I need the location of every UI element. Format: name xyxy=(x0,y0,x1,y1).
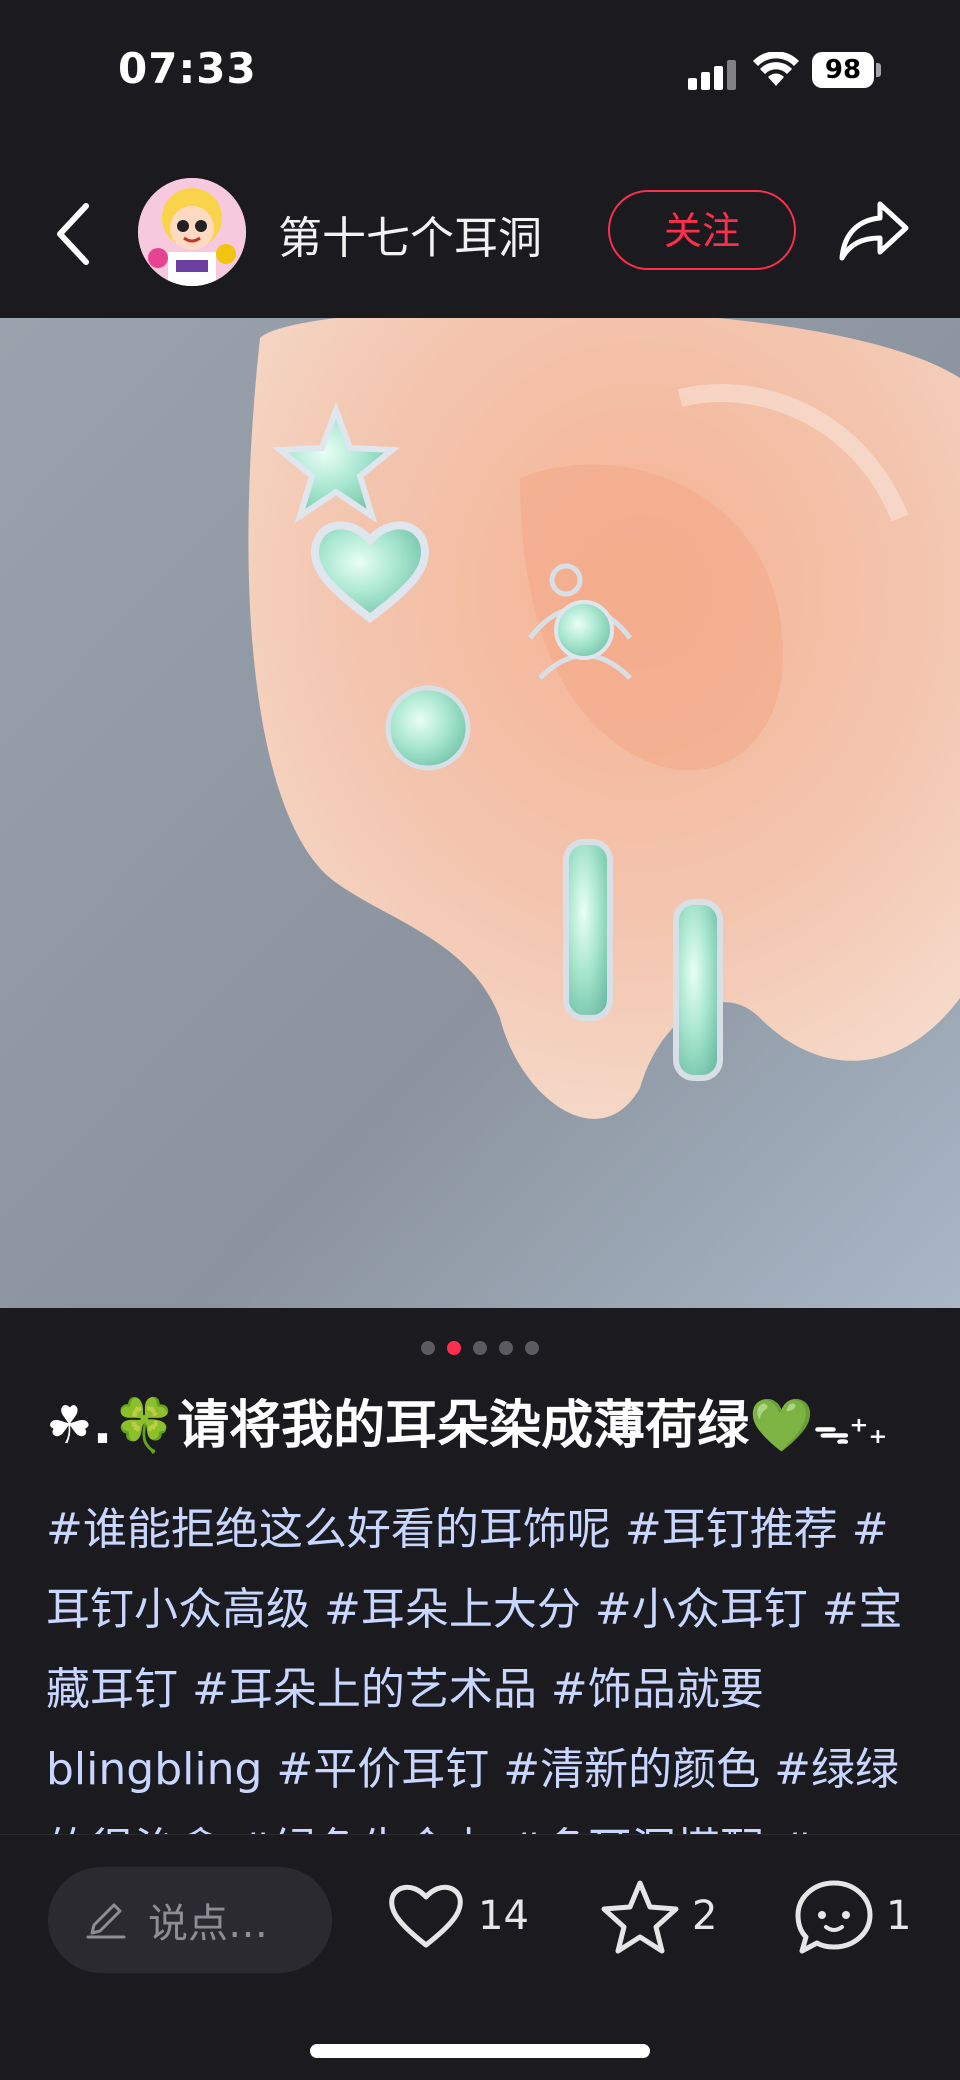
status-time: 07:33 xyxy=(118,44,257,93)
battery-tip xyxy=(876,63,881,77)
carousel-dot xyxy=(499,1341,513,1355)
avatar[interactable] xyxy=(138,178,246,286)
comment-placeholder: 说点… xyxy=(148,1901,268,1947)
back-arrow-icon[interactable] xyxy=(48,198,98,270)
carousel-dot-active xyxy=(447,1341,461,1355)
post-image[interactable] xyxy=(0,318,960,1308)
favorite-button[interactable]: 2 xyxy=(600,1879,720,1959)
status-bar: 07:33 98 xyxy=(0,0,960,140)
post-title-tail: ᯓ⁺₊ xyxy=(813,1411,888,1452)
share-icon[interactable] xyxy=(836,196,912,266)
wifi-icon xyxy=(753,52,799,86)
follow-button[interactable]: 关注 xyxy=(608,190,796,270)
comment-input[interactable]: 说点… xyxy=(48,1867,332,1973)
favorite-count: 2 xyxy=(692,1893,718,1939)
post-header: 第十七个耳洞 关注 xyxy=(0,160,960,310)
carousel-indicator xyxy=(0,1340,960,1360)
post-title: ☘.🍀请将我的耳朵染成薄荷绿💚ᯓ⁺₊ xyxy=(46,1386,926,1472)
heart-icon xyxy=(389,1884,463,1948)
comment-count: 1 xyxy=(886,1893,912,1939)
earring-photo xyxy=(0,318,960,1308)
comment-button[interactable]: 1 xyxy=(794,1879,914,1959)
home-indicator xyxy=(310,2044,650,2058)
post-tags[interactable]: #谁能拒绝这么好看的耳饰呢 #耳钉推荐 #耳钉小众高级 #耳朵上大分 #小众耳钉… xyxy=(46,1490,926,1834)
cellular-signal-icon xyxy=(688,54,738,90)
pencil-icon xyxy=(86,1903,126,1939)
comment-bubble-icon xyxy=(795,1880,873,1954)
carousel-dot xyxy=(525,1341,539,1355)
author-name[interactable]: 第十七个耳洞 xyxy=(278,202,542,266)
post-title-text: ☘.🍀请将我的耳朵染成薄荷绿💚 xyxy=(46,1396,814,1456)
like-count: 14 xyxy=(478,1893,529,1939)
avatar-illustration xyxy=(138,178,246,286)
carousel-dot xyxy=(421,1341,435,1355)
battery-level: 98 xyxy=(812,52,874,88)
carousel-dot xyxy=(473,1341,487,1355)
like-button[interactable]: 14 xyxy=(386,1879,529,1959)
tags-text[interactable]: #谁能拒绝这么好看的耳饰呢 #耳钉推荐 #耳钉小众高级 #耳朵上大分 #小众耳钉… xyxy=(46,1504,903,1834)
star-icon xyxy=(601,1880,679,1954)
